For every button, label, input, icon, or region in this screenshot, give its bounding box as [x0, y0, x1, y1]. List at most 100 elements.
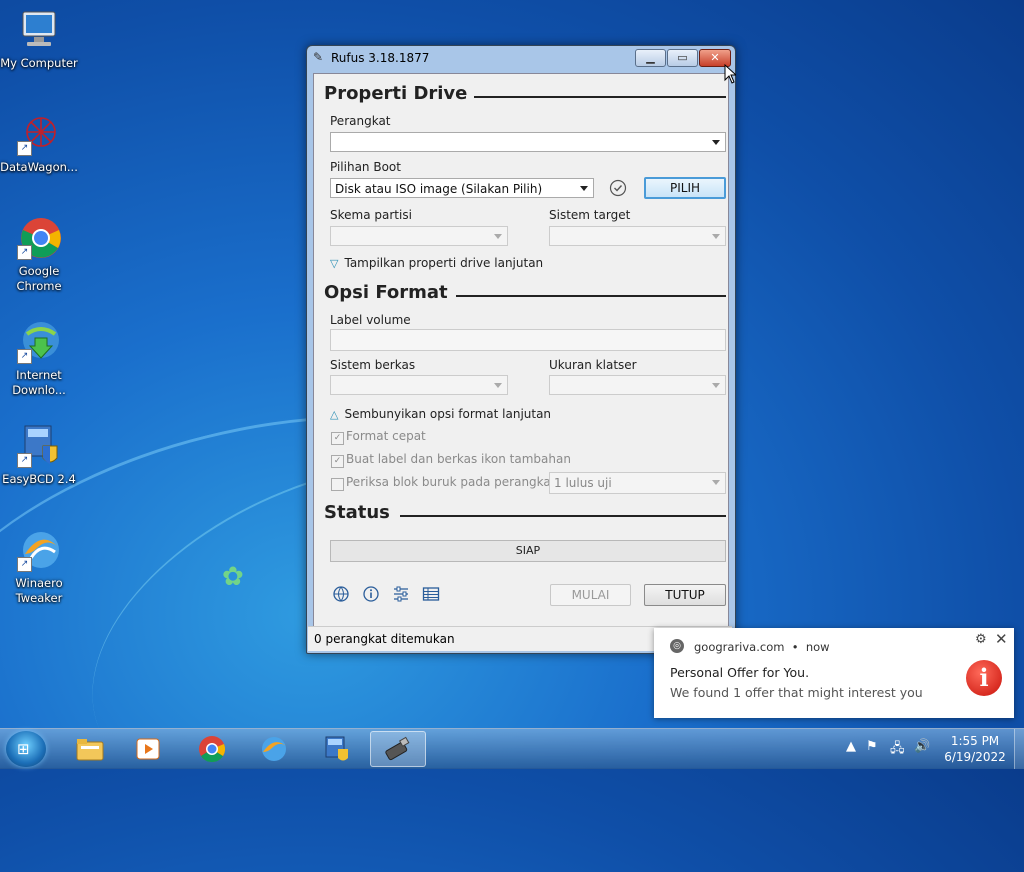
cluster-size-dropdown[interactable] — [549, 375, 726, 395]
desktop-icon-label: DataWagon... — [0, 160, 78, 174]
action-center-icon[interactable]: ⚑ — [866, 739, 878, 754]
desktop-icon-idm[interactable]: ↗ Internet Downlo... — [0, 320, 78, 398]
taskbar-rufus[interactable] — [370, 731, 426, 767]
quick-format-checkbox[interactable]: ✓ — [331, 432, 344, 445]
taskbar-explorer[interactable] — [62, 731, 118, 767]
shortcut-arrow-icon: ↗ — [17, 349, 32, 364]
shortcut-arrow-icon: ↗ — [17, 557, 32, 572]
start-button[interactable]: MULAI — [550, 584, 631, 606]
taskbar-winaero[interactable] — [246, 731, 302, 767]
easybcd-icon: ↗ — [17, 424, 61, 468]
desktop-icon-winaero[interactable]: ↗ Winaero Tweaker — [0, 528, 78, 606]
desktop-icon-my-computer[interactable]: My Computer — [0, 8, 78, 71]
partition-scheme-label: Skema partisi — [330, 208, 412, 222]
desktop-icon-label: EasyBCD 2.4 — [2, 472, 76, 486]
taskbar: ⊞ ▲ ⚑ 🖧 🔊 1:55 PM 6/19/2022 — [0, 728, 1024, 769]
clock-time: 1:55 PM — [950, 734, 1000, 748]
info-icon: i — [966, 660, 1002, 696]
device-dropdown[interactable] — [330, 132, 726, 152]
winaero-icon: ↗ — [17, 528, 61, 572]
section-divider — [474, 96, 726, 98]
chevron-down-icon — [712, 383, 720, 388]
window-title: Rufus 3.18.1877 — [331, 51, 430, 65]
format-section-heading: Opsi Format — [324, 282, 448, 303]
computer-icon — [17, 8, 61, 52]
bad-blocks-checkbox[interactable] — [331, 478, 344, 491]
chevron-down-icon — [494, 234, 502, 239]
start-button-orb[interactable]: ⊞ — [6, 731, 46, 767]
chrome-notification[interactable]: ◎ goograriva.com • now ⚙ ✕ Personal Offe… — [654, 628, 1014, 718]
volume-label-label: Label volume — [330, 313, 411, 327]
notification-time: now — [805, 640, 830, 654]
usb-drive-icon: ✎ — [313, 50, 324, 64]
section-divider — [400, 515, 726, 517]
expand-triangle-icon: ▽ — [330, 257, 339, 270]
volume-icon[interactable]: 🔊 — [914, 739, 930, 754]
log-table-icon[interactable] — [422, 585, 440, 603]
bad-blocks-label: Periksa blok buruk pada perangkat — [346, 475, 556, 489]
collapse-triangle-icon: △ — [330, 408, 339, 421]
language-globe-icon[interactable] — [332, 585, 350, 603]
close-icon[interactable]: ✕ — [995, 630, 1008, 648]
gear-icon[interactable]: ⚙ — [975, 632, 987, 647]
drive-section-heading: Properti Drive — [324, 83, 468, 104]
status-section-heading: Status — [324, 502, 390, 523]
system-clock[interactable]: 1:55 PM 6/19/2022 — [940, 733, 1010, 765]
volume-label-input[interactable] — [330, 329, 726, 351]
desktop-icon-easybcd[interactable]: ↗ EasyBCD 2.4 — [0, 424, 78, 487]
desktop-icon-label: Google Chrome — [16, 264, 62, 293]
notification-source-site: goograriva.com — [694, 640, 785, 654]
quick-format-label: Format cepat — [346, 429, 426, 443]
chevron-down-icon — [712, 140, 720, 145]
boot-selection-value: Disk atau ISO image (Silakan Pilih) — [335, 182, 543, 196]
passes-value: 1 lulus uji — [554, 476, 612, 490]
shortcut-arrow-icon: ↗ — [17, 141, 32, 156]
window-client: Properti Drive Perangkat Pilihan Boot Di… — [313, 73, 729, 627]
taskbar-easybcd[interactable] — [308, 731, 364, 767]
wallpaper-leaf: ✿ — [222, 562, 244, 592]
target-system-label: Sistem target — [549, 208, 631, 222]
desktop-icon-datawagon[interactable]: ↗ DataWagon... — [0, 112, 78, 175]
rufus-window: ✎ Rufus 3.18.1877 ▁ ▭ ✕ Properti Drive P… — [306, 45, 736, 654]
desktop-icon-label: Winaero Tweaker — [15, 576, 63, 605]
close-button[interactable]: TUTUP — [644, 584, 726, 606]
chevron-down-icon — [712, 234, 720, 239]
hide-advanced-format-toggle[interactable]: △ Sembunyikan opsi format lanjutan — [330, 407, 551, 421]
network-icon[interactable]: 🖧 — [890, 739, 905, 761]
target-system-dropdown[interactable] — [549, 226, 726, 246]
show-advanced-drive-toggle[interactable]: ▽ Tampilkan properti drive lanjutan — [330, 256, 543, 270]
datawagon-icon: ↗ — [17, 112, 61, 156]
taskbar-media-player[interactable] — [120, 731, 176, 767]
file-system-dropdown[interactable] — [330, 375, 508, 395]
easybcd-icon — [325, 736, 348, 761]
windows-logo-icon: ⊞ — [17, 740, 30, 758]
usb-drive-icon — [385, 736, 410, 761]
file-system-label: Sistem berkas — [330, 358, 416, 372]
chrome-small-icon: ◎ — [670, 639, 684, 653]
extended-label-checkbox[interactable]: ✓ — [331, 455, 344, 468]
media-player-icon — [136, 738, 160, 760]
show-hidden-icons-button[interactable]: ▲ — [846, 739, 856, 754]
title-bar[interactable]: ✎ Rufus 3.18.1877 ▁ ▭ ✕ — [307, 46, 735, 72]
minimize-button[interactable]: ▁ — [635, 49, 666, 67]
clock-date: 6/19/2022 — [944, 750, 1006, 764]
chevron-down-icon — [494, 383, 502, 388]
chrome-icon: ↗ — [17, 216, 61, 260]
maximize-button[interactable]: ▭ — [667, 49, 698, 67]
settings-sliders-icon[interactable] — [392, 585, 410, 603]
cluster-size-label: Ukuran klatser — [549, 358, 637, 372]
partition-scheme-dropdown[interactable] — [330, 226, 508, 246]
boot-selection-dropdown[interactable]: Disk atau ISO image (Silakan Pilih) — [330, 178, 594, 198]
notification-source: goograriva.com • now — [694, 640, 830, 654]
check-hash-icon[interactable] — [608, 178, 628, 198]
select-image-button[interactable]: PILIH — [644, 177, 726, 199]
folder-icon — [76, 739, 104, 761]
show-desktop-button[interactable] — [1014, 729, 1024, 769]
taskbar-chrome[interactable] — [184, 731, 240, 767]
desktop-icon-chrome[interactable]: ↗ Google Chrome — [0, 216, 78, 294]
about-info-icon[interactable] — [362, 585, 380, 603]
mouse-cursor-icon — [724, 63, 738, 87]
passes-dropdown[interactable]: 1 lulus uji — [549, 472, 726, 494]
device-label: Perangkat — [330, 114, 391, 128]
shortcut-arrow-icon: ↗ — [17, 453, 32, 468]
